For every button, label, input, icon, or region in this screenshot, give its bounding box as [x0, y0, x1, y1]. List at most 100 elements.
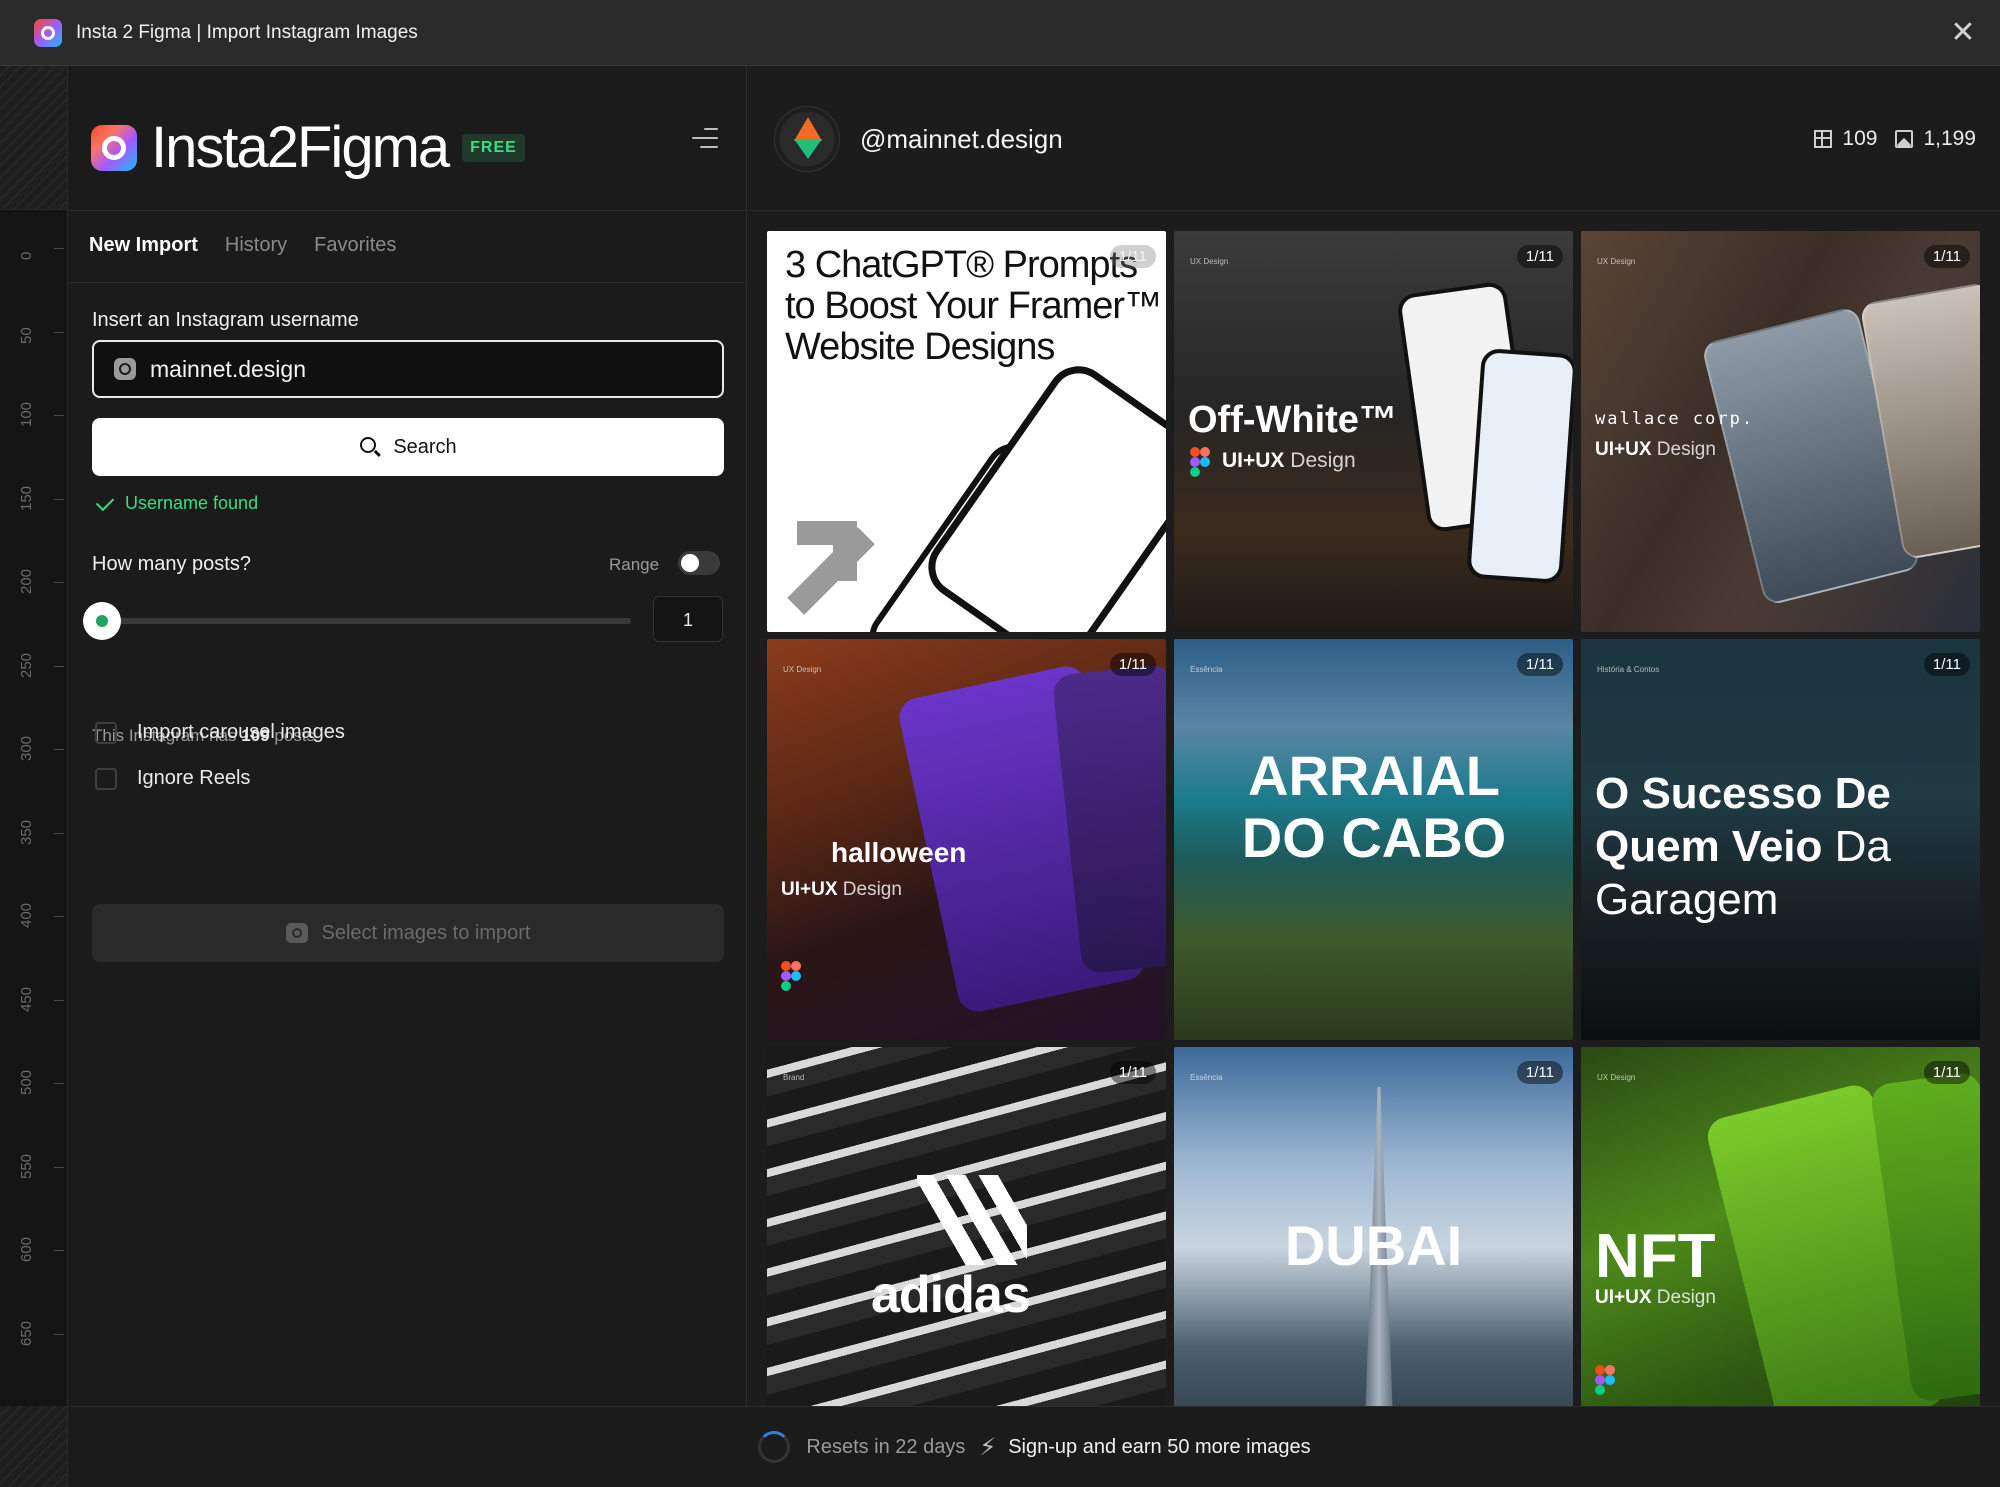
post-title: adidas — [871, 1266, 1031, 1324]
figma-icon — [781, 961, 801, 991]
search-button-label: Search — [393, 435, 457, 458]
profile-handle: @mainnet.design — [860, 124, 1063, 154]
post-title: wallace corp. — [1595, 409, 1755, 429]
post-title: 3 ChatGPT® Prompts to Boost Your Framer™… — [785, 244, 1162, 368]
post-subtitle: UI+UX Design — [1595, 439, 1716, 460]
post-tile[interactable]: História & Contos O Sucesso De Quem Veio… — [1581, 639, 1980, 1040]
divider — [69, 210, 747, 211]
post-subtitle: UI+UX Design — [781, 879, 902, 900]
username-status-text: Username found — [125, 493, 259, 513]
posts-count: 109 — [1842, 127, 1878, 150]
post-subtitle: UI+UX Design — [1222, 449, 1356, 472]
range-label: Range — [609, 555, 660, 574]
phone-graphic — [915, 353, 1166, 632]
post-title: Off-White™ — [1188, 399, 1397, 441]
app-icon — [34, 18, 62, 47]
title-bar: Insta 2 Figma | Import Instagram Images … — [0, 0, 2000, 66]
posts-count-input[interactable]: 1 — [653, 596, 723, 642]
username-status: Username found — [95, 492, 259, 514]
instagram-icon — [114, 358, 136, 380]
avatar[interactable] — [774, 106, 840, 172]
posts-grid: 3 ChatGPT® Prompts to Boost Your Framer™… — [767, 231, 1986, 1406]
posts-slider-track[interactable] — [101, 618, 631, 624]
username-value[interactable]: mainnet.design — [150, 356, 306, 383]
carousel-counter: 1/11 — [1109, 245, 1156, 268]
import-carousel-label: Import carousel images — [137, 721, 345, 743]
post-tag: UX Design — [783, 665, 822, 674]
check-icon — [95, 492, 115, 511]
post-title: NFT — [1595, 1222, 1716, 1291]
reset-progress-icon — [758, 1431, 791, 1463]
images-count: 1,199 — [1923, 127, 1976, 150]
post-title: O Sucesso De Quem Veio Da Garagem — [1595, 769, 1891, 924]
carousel-counter: 1/11 — [1923, 1061, 1970, 1084]
phone-graphic — [1466, 347, 1573, 585]
plan-badge: FREE — [462, 133, 525, 162]
adidas-logo-icon — [917, 1175, 1027, 1265]
divider — [748, 210, 2000, 211]
post-title: ARRAIAL DO CABO — [1241, 744, 1507, 869]
ignore-reels-label: Ignore Reels — [137, 767, 251, 789]
post-tag: Essência — [1190, 665, 1223, 674]
post-tile[interactable]: 3 ChatGPT® Prompts to Boost Your Framer™… — [767, 231, 1166, 632]
tab-new-import[interactable]: New Import — [89, 234, 198, 257]
insta2figma-logo-icon — [91, 124, 137, 171]
ruler-hatch — [0, 1406, 68, 1487]
ruler-hatch — [0, 66, 67, 210]
post-title: halloween — [831, 837, 967, 868]
vertical-ruler: 0 50 100 150 200 250 300 350 400 450 500 550 600 650 — [0, 66, 68, 1406]
posts-count-label: How many posts? — [92, 553, 251, 575]
post-tag: UX Design — [1190, 257, 1229, 266]
post-tag: UX Design — [1597, 257, 1636, 266]
carousel-counter: 1/11 — [1109, 653, 1156, 676]
post-tile[interactable]: UX Design NFT UI+UX Design 1/11 — [1581, 1047, 1980, 1406]
search-icon — [359, 436, 381, 458]
figma-icon — [1595, 1365, 1615, 1395]
post-tile[interactable]: UX Design Off-White™ UI+UX Design 1/11 — [1174, 231, 1573, 632]
grid-icon — [1814, 130, 1833, 148]
arrow-graphic — [797, 521, 857, 581]
figma-icon — [1190, 447, 1210, 477]
window-title: Insta 2 Figma | Import Instagram Images — [76, 21, 418, 43]
post-tile[interactable]: UX Design halloween UI+UX Design 1/11 — [767, 639, 1166, 1040]
post-tag: Brand — [783, 1073, 805, 1082]
range-toggle[interactable] — [678, 551, 720, 575]
username-label: Insert an Instagram username — [92, 309, 359, 331]
tab-bar: New Import History Favorites — [89, 234, 396, 257]
image-icon — [285, 923, 308, 943]
ignore-reels-checkbox[interactable] — [95, 767, 117, 790]
tab-history[interactable]: History — [225, 234, 287, 257]
search-button[interactable]: Search — [92, 418, 724, 476]
import-button[interactable]: Select images to import — [92, 904, 724, 962]
carousel-counter: 1/11 — [1923, 653, 1970, 676]
post-tag: UX Design — [1597, 1073, 1636, 1082]
bolt-icon: ⚡ — [979, 1433, 997, 1461]
post-tile[interactable]: UX Design wallace corp. UI+UX Design 1/1… — [1581, 231, 1980, 632]
post-tile[interactable]: Essência ARRAIAL DO CABO 1/11 — [1174, 639, 1573, 1040]
post-tile[interactable]: Brand adidas 1/11 — [767, 1047, 1166, 1406]
posts-slider-thumb[interactable] — [83, 602, 121, 640]
footer: Resets in 22 days ⚡ Sign-up and earn 50 … — [69, 1406, 2000, 1487]
import-carousel-checkbox[interactable] — [95, 721, 117, 744]
import-button-label: Select images to import — [321, 921, 531, 944]
username-input[interactable]: mainnet.design — [92, 340, 724, 398]
post-title: DUBAI — [1284, 1214, 1463, 1277]
brand: Insta2Figma FREE — [91, 114, 525, 181]
divider — [69, 282, 747, 283]
import-panel: Insta2Figma FREE New Import History Favo… — [69, 66, 747, 1406]
carousel-counter: 1/11 — [1109, 1061, 1156, 1084]
post-tag: Essência — [1190, 1073, 1223, 1082]
profile-stats: 109 1,199 — [1814, 127, 1976, 151]
signup-link[interactable]: Sign-up and earn 50 more images — [1008, 1436, 1310, 1459]
carousel-counter: 1/11 — [1923, 245, 1970, 268]
import-carousel-option[interactable]: Import carousel images — [95, 721, 345, 744]
post-tile[interactable]: Essência DUBAI 1/11 — [1174, 1047, 1573, 1406]
post-tag: História & Contos — [1597, 665, 1660, 674]
tab-favorites[interactable]: Favorites — [314, 234, 396, 257]
carousel-counter: 1/11 — [1516, 653, 1563, 676]
ignore-reels-option[interactable]: Ignore Reels — [95, 767, 250, 790]
menu-icon[interactable] — [692, 128, 718, 150]
reset-countdown: Resets in 22 days — [806, 1435, 966, 1458]
carousel-counter: 1/11 — [1516, 1061, 1563, 1084]
close-icon[interactable]: ✕ — [1946, 16, 1980, 50]
